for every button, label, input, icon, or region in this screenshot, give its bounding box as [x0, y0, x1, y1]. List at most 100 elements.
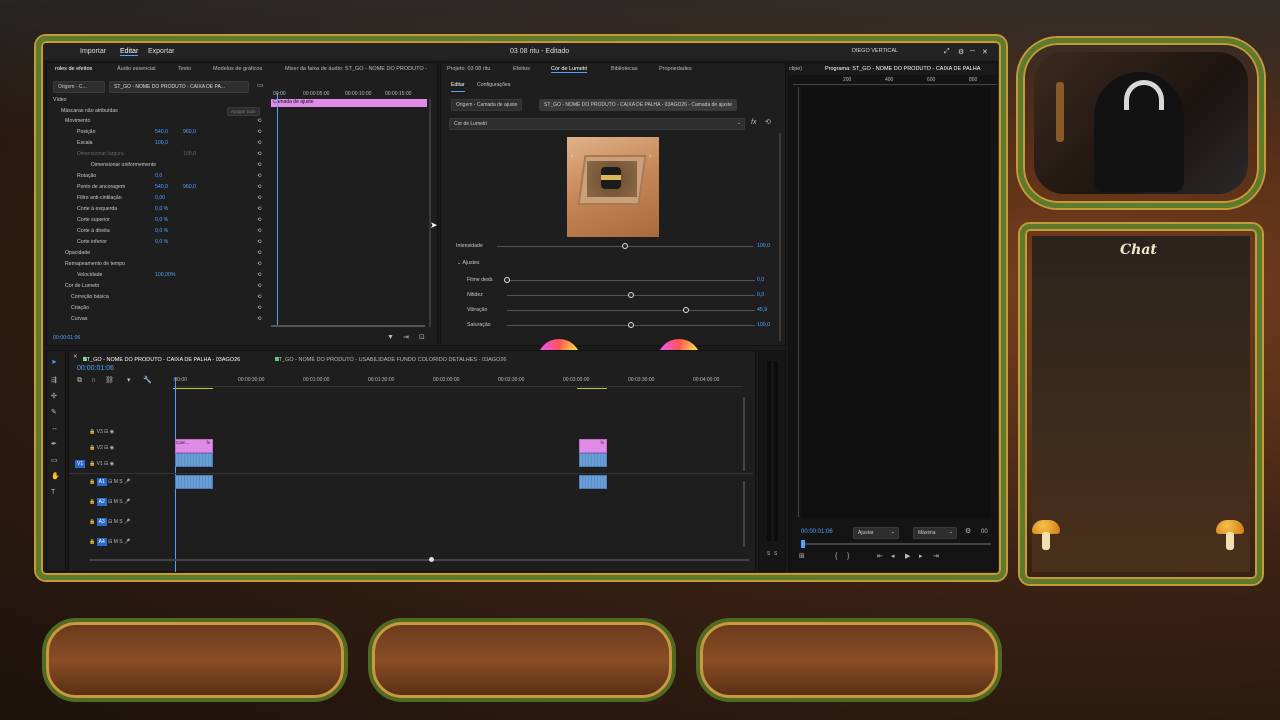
effect-row[interactable]: Opacidade ⟲	[51, 250, 265, 260]
preview-next-icon[interactable]: ›	[649, 153, 651, 161]
effect-value[interactable]: 100,0	[183, 151, 196, 157]
tab-audio-mixer[interactable]: Mixer da faixa de áudio: ST_GO - NOME DO…	[285, 66, 427, 72]
eye-icon[interactable]: ◉	[110, 445, 114, 451]
track-select-icon[interactable]: ⇶	[51, 377, 57, 385]
reset-icon[interactable]: ⟲	[257, 316, 261, 322]
adjust-slider-knob[interactable]	[504, 277, 510, 283]
microphone-icon[interactable]: 🎤	[124, 499, 130, 505]
lock-icon[interactable]: 🔒	[89, 499, 95, 505]
tab-essential-audio[interactable]: Áudio essencial	[117, 66, 156, 72]
effect-value[interactable]: 0,0 %	[155, 206, 168, 212]
kf-scrollbar[interactable]	[271, 325, 425, 327]
effect-value[interactable]: 0,0 %	[155, 217, 168, 223]
lumetri-vscroll[interactable]	[779, 133, 781, 341]
effect-value[interactable]: 0,0 %	[155, 228, 168, 234]
mark-in-icon[interactable]: {	[835, 553, 837, 561]
nest-icon[interactable]: ⧉	[77, 377, 82, 385]
tab-libraries[interactable]: Bibliotecas	[611, 66, 638, 72]
ripple-edit-icon[interactable]: ✣	[51, 393, 57, 401]
text-tool-icon[interactable]: T	[51, 489, 55, 497]
effect-row[interactable]: Escala 100,0 ⟲	[51, 140, 265, 150]
tab-lumetri-color[interactable]: Cor de Lumetri	[551, 66, 588, 73]
filter-icon[interactable]: ▼	[387, 334, 394, 342]
timeline-vscroll[interactable]	[743, 397, 745, 471]
effect-value[interactable]: 0,0 %	[155, 239, 168, 245]
program-timecode[interactable]: 00:00:01:06	[801, 529, 833, 539]
rectangle-tool-icon[interactable]: ▭	[51, 457, 58, 465]
effect-select[interactable]: Cor de Lumetri ⌄	[449, 118, 745, 130]
menu-edit[interactable]: Editar	[120, 48, 139, 56]
meter-solo[interactable]: S	[774, 551, 777, 557]
timeline-hscroll[interactable]	[89, 557, 749, 562]
hscroll-handle[interactable]	[429, 557, 434, 562]
lock-icon[interactable]: 🔒	[89, 445, 95, 451]
audio-track-header[interactable]: 🔒 A3 ⊟ M S 🎤	[89, 518, 130, 526]
reset-icon[interactable]: ⟲	[257, 140, 261, 146]
panel-menu-icon[interactable]: ▭	[257, 82, 264, 90]
clip-dropdown[interactable]: ST_GO - NOME DO PRODUTO - CAIXA DE PA...	[109, 81, 249, 93]
effect-row[interactable]: Corte inferior 0,0 % ⟲	[51, 239, 265, 249]
timeline-vscroll-audio[interactable]	[743, 481, 745, 547]
fx-icon[interactable]: fx	[751, 119, 756, 127]
solo-button[interactable]: S	[119, 519, 122, 525]
lumetri-config-tab[interactable]: Configurações	[477, 82, 510, 92]
video-track-header[interactable]: 🔒 V2 ⊟ ◉	[89, 445, 114, 451]
timeline-ruler[interactable]: :00:00 00:00:30:00 00:01:00:00 00:01:30:00 0…	[173, 377, 743, 387]
adjust-slider[interactable]	[504, 277, 755, 283]
adjustments-header[interactable]: ⌄ Ajustes	[457, 260, 480, 270]
program-video-frame[interactable]	[801, 87, 991, 517]
effect-value[interactable]: 540,0	[155, 129, 168, 135]
solo-button[interactable]: S	[119, 479, 122, 485]
close-icon[interactable]: ✕	[73, 354, 78, 360]
intensity-knob[interactable]	[622, 243, 628, 249]
effect-row[interactable]: Filtro anti-cintilação 0,00 ⟲	[51, 195, 265, 205]
effect-value[interactable]: 960,0	[183, 184, 196, 190]
eye-icon[interactable]: ◉	[110, 429, 114, 435]
marker-icon[interactable]: ▾	[127, 377, 131, 385]
sync-icon[interactable]: ⊟	[104, 429, 108, 435]
maximize-icon[interactable]: ⤢	[944, 48, 950, 56]
settings-grid-icon[interactable]: ⊞	[799, 553, 805, 561]
video-track-header[interactable]: 🔒 V3 ⊟ ◉	[89, 429, 114, 435]
adjust-slider-knob[interactable]	[628, 292, 634, 298]
tab-effects[interactable]: Efeitos	[513, 66, 530, 72]
sync-icon[interactable]: ⊟	[108, 499, 112, 505]
effect-value[interactable]: 0,0	[155, 173, 162, 179]
tab-effect-controls[interactable]: roles de efeitos	[55, 66, 92, 72]
video-clip-v1-2[interactable]	[579, 453, 607, 467]
settings-icon[interactable]: ⚙	[958, 48, 964, 56]
mute-button[interactable]: M	[114, 499, 118, 505]
microphone-icon[interactable]: 🎤	[124, 519, 130, 525]
timeline-timecode[interactable]: 00:00:01:06	[77, 365, 114, 375]
preview-prev-icon[interactable]: ‹	[571, 153, 573, 161]
sync-icon[interactable]: ⊟	[108, 519, 112, 525]
reset-icon[interactable]: ⟲	[765, 119, 771, 127]
export-icon[interactable]: ⇥	[403, 334, 409, 342]
audio-track-header[interactable]: 🔒 A4 ⊟ M S 🎤	[89, 538, 130, 546]
tab-source-clip[interactable]: clipe)	[789, 66, 802, 72]
reset-icon[interactable]: ⟲	[257, 228, 261, 234]
ec-vscroll[interactable]	[429, 99, 431, 327]
reset-icon[interactable]: ⟲	[257, 294, 261, 300]
lock-icon[interactable]: 🔒	[89, 429, 95, 435]
reset-icon[interactable]: ⟲	[257, 217, 261, 223]
sync-icon[interactable]: ⊟	[108, 539, 112, 545]
effect-row[interactable]: Criação ⟲	[51, 305, 265, 315]
reset-icon[interactable]: ⟲	[257, 118, 261, 124]
wrench-icon[interactable]: ⚙	[965, 528, 971, 536]
effect-value[interactable]: 540,0	[155, 184, 168, 190]
solo-button[interactable]: S	[119, 539, 122, 545]
effect-row[interactable]: Dimensionar largura 100,0 ⟲	[51, 151, 265, 161]
play-icon[interactable]: ▶	[905, 553, 910, 561]
adjustment-clip-1[interactable]: Cam... fx	[175, 439, 213, 453]
selection-tool-icon[interactable]: ➤	[51, 359, 57, 367]
adjust-slider-value[interactable]: 100,0	[757, 322, 770, 332]
audio-track-header[interactable]: 🔒 A2 ⊟ M S 🎤	[89, 498, 130, 506]
sync-icon[interactable]: ⊟	[104, 461, 108, 467]
effect-row[interactable]: Velocidade 100,00% ⟲	[51, 272, 265, 282]
adjust-slider-knob[interactable]	[682, 307, 689, 313]
kf-playhead[interactable]	[277, 93, 278, 327]
reset-icon[interactable]: ⟲	[257, 261, 261, 267]
intensity-value[interactable]: 100,0	[757, 243, 770, 253]
menu-export[interactable]: Exportar	[148, 48, 174, 55]
